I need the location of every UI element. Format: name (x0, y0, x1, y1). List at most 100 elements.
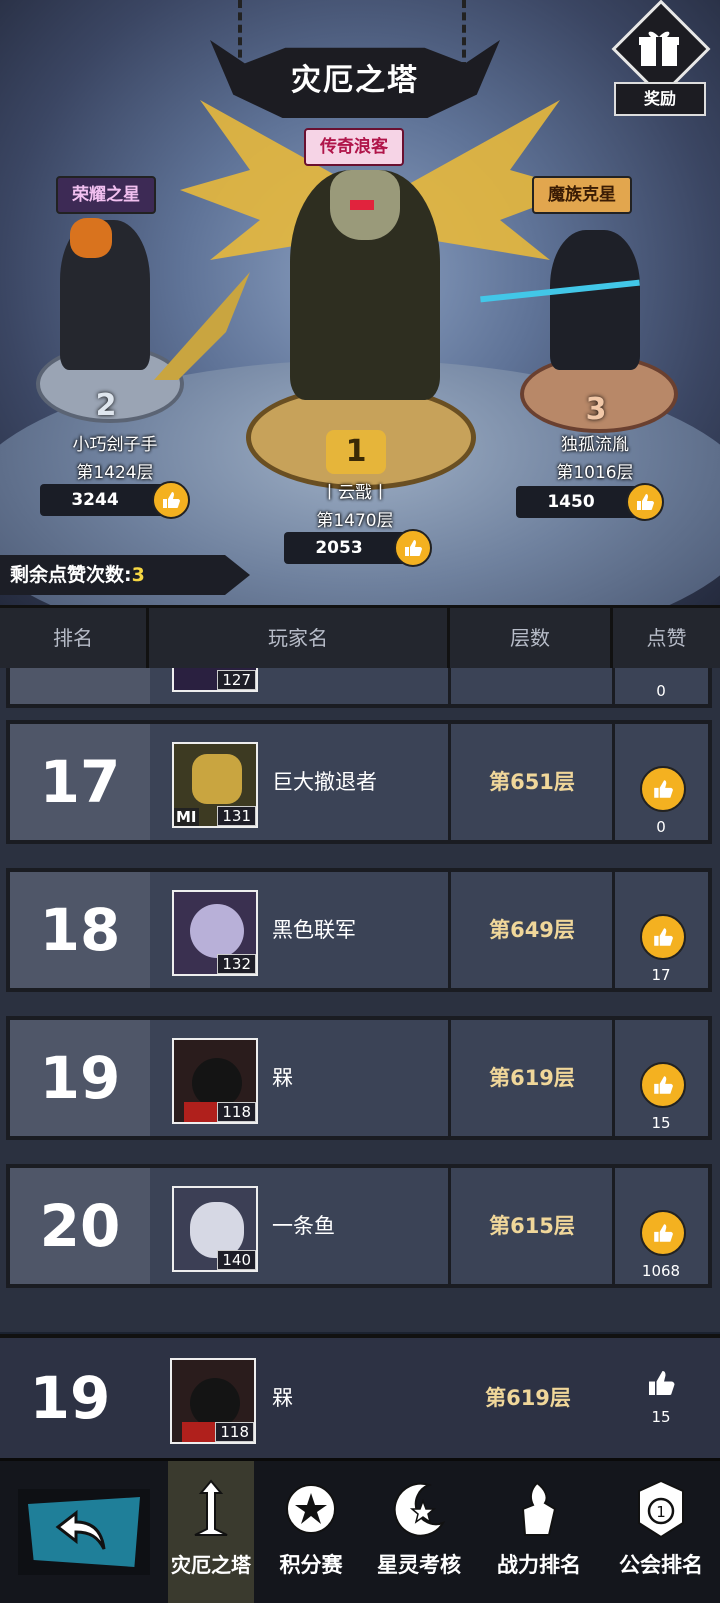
my-like-count: 15 (651, 1408, 671, 1426)
tower-icon (194, 1479, 228, 1536)
table-row[interactable]: 20 140 一条鱼 第615层 1068 (6, 1164, 712, 1288)
like-cell: 17 (614, 872, 708, 988)
my-rank: 19 (29, 1364, 111, 1432)
thumbs-up-icon (654, 780, 673, 798)
player-avatar[interactable]: 140 (172, 1186, 258, 1272)
my-avatar[interactable]: 118 (170, 1358, 256, 1444)
player-avatar[interactable]: 127 (172, 668, 258, 692)
thumbs-up-icon (654, 928, 673, 946)
like-button[interactable] (640, 914, 686, 960)
second-like-box: 3244 (40, 484, 170, 516)
remaining-likes-count: 3 (131, 564, 145, 586)
nav-tab-label: 灾厄之塔 (171, 1553, 251, 1577)
player-level: 132 (217, 954, 256, 974)
player-floor: 第651层 (489, 770, 575, 794)
first-player-name: 丨云戬丨 (321, 483, 389, 503)
fist-icon (521, 1481, 557, 1536)
player-avatar[interactable]: MI 131 (172, 742, 258, 828)
star-shield-icon (286, 1484, 336, 1534)
row-rank (10, 668, 150, 704)
nav-tab-label: 积分赛 (279, 1553, 343, 1577)
back-button[interactable] (18, 1489, 150, 1575)
third-like-button[interactable] (626, 483, 664, 521)
row-like-count: 0 (656, 818, 666, 836)
col-divider (448, 668, 451, 704)
player-level: 118 (217, 1102, 256, 1122)
player-level: 131 (217, 806, 256, 826)
nav-tab-label: 公会排名 (619, 1553, 703, 1577)
row-rank: 20 (10, 1168, 150, 1284)
table-row[interactable]: 18 132 黑色联军 第649层 17 (6, 868, 712, 992)
second-title-badge: 荣耀之星 (56, 176, 156, 214)
avatar-art (190, 904, 244, 958)
remaining-likes: 剩余点赞次数:3 (0, 555, 250, 595)
third-title-badge: 魔族克星 (532, 176, 632, 214)
nav-tab-power-rank[interactable]: 战力排名 (486, 1461, 592, 1603)
like-cell: 1068 (614, 1168, 708, 1284)
third-like-count: 1450 (547, 492, 595, 512)
third-floor: 第1016层 (556, 463, 634, 483)
my-rank-row: 19 118 槑 第619层 15 (0, 1334, 720, 1462)
row-like-count: 1068 (641, 1262, 681, 1280)
like-button[interactable] (640, 1210, 686, 1256)
thumbs-up-icon (654, 1076, 673, 1094)
remaining-likes-label: 剩余点赞次数: (10, 564, 132, 586)
row-rank: 19 (10, 1020, 150, 1136)
first-like-button[interactable] (394, 529, 432, 567)
vip-badge: MI (174, 808, 199, 826)
player-floor: 第649层 (489, 918, 575, 942)
reward-button[interactable]: 奖励 (611, 0, 711, 116)
row-rank: 18 (10, 872, 150, 988)
first-title-badge: 传奇浪客 (304, 128, 404, 166)
col-player: 玩家名 (268, 626, 328, 650)
col-likes: 点赞 (646, 626, 687, 650)
second-hero-helmet (70, 218, 112, 258)
bottom-nav: 灾厄之塔 积分赛 星灵考核 战力排名 1 公会排名 (0, 1458, 720, 1603)
first-floor: 第1470层 (316, 511, 394, 531)
player-name: 巨大撤退者 (272, 770, 377, 794)
thumbs-up-icon (637, 494, 654, 510)
player-avatar[interactable]: 132 (172, 890, 258, 976)
back-arrow-icon (55, 1509, 106, 1550)
player-name: 一条鱼 (272, 1214, 335, 1238)
table-row[interactable]: 17 MI 131 巨大撤退者 第651层 0 (6, 720, 712, 844)
third-rank-medal: 3 (585, 392, 607, 427)
thumbs-up-icon (163, 492, 180, 508)
my-name: 槑 (272, 1386, 293, 1410)
like-button[interactable] (640, 1062, 686, 1108)
second-player-name: 小巧刽子手 (72, 435, 158, 455)
reward-label: 奖励 (614, 82, 706, 116)
row-like-count: 17 (651, 966, 671, 984)
guild-badge-icon: 1 (638, 1479, 684, 1539)
nav-tab-spirit-exam[interactable]: 星灵考核 (366, 1461, 472, 1603)
player-name: 黑色联军 (272, 918, 356, 942)
chain-left (238, 0, 252, 70)
table-row[interactable]: 127 0 (6, 668, 712, 708)
row-like-count: 0 (656, 682, 666, 700)
third-hero (550, 230, 640, 370)
table-row[interactable]: 19 118 槑 第619层 15 (6, 1016, 712, 1140)
like-button[interactable] (640, 766, 686, 812)
svg-text:1: 1 (656, 1503, 666, 1521)
nav-tab-label: 星灵考核 (377, 1553, 461, 1577)
thumbs-up-icon (649, 1371, 675, 1395)
nav-tab-guild-rank[interactable]: 1 公会排名 (606, 1461, 716, 1603)
my-like-cell: 15 (614, 1338, 708, 1458)
podium-area: 灾厄之塔 奖励 荣耀之星 2 小巧刽子手 第1424层 3244 传奇浪客 1 … (0, 0, 720, 605)
first-like-count: 2053 (315, 538, 363, 558)
player-avatar[interactable]: 118 (172, 1038, 258, 1124)
player-name: 槑 (272, 1066, 293, 1090)
col-floor: 层数 (510, 626, 550, 650)
ranking-list[interactable]: 127 0 17 MI 131 巨大撤退者 第651层 0 18 132 黑色联… (0, 668, 720, 1332)
nav-tab-tower[interactable]: 灾厄之塔 (168, 1461, 254, 1603)
row-rank: 17 (10, 724, 150, 840)
table-header: 排名 玩家名 层数 点赞 (0, 605, 720, 671)
nav-tab-points[interactable]: 积分赛 (258, 1461, 364, 1603)
moon-star-icon (393, 1482, 446, 1537)
nav-tab-label: 战力排名 (497, 1553, 581, 1577)
first-hero-eyes (350, 200, 374, 210)
second-like-button[interactable] (152, 481, 190, 519)
first-rank-medal: 1 (326, 430, 386, 474)
avatar-art (192, 754, 242, 804)
second-rank-medal: 2 (95, 388, 117, 423)
